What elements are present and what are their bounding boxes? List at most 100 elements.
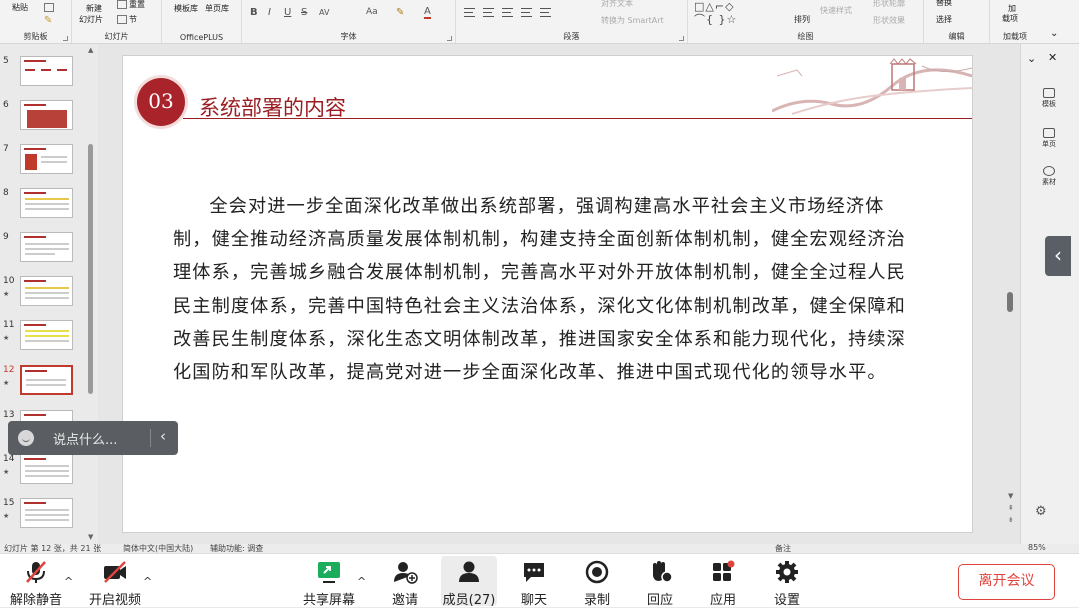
ribbon-collapse-icon[interactable]: ⌄ <box>1050 28 1058 39</box>
share-screen-button[interactable]: 共享屏幕 <box>298 554 360 608</box>
start-video-button[interactable]: 开启视频 <box>84 554 146 608</box>
chat-button[interactable]: 聊天 <box>510 554 558 608</box>
arrange-button[interactable]: 排列 <box>794 14 810 25</box>
justify-icon[interactable] <box>521 8 532 17</box>
change-case-button[interactable]: Aa <box>366 7 378 17</box>
font-color-icon[interactable]: A <box>424 7 431 19</box>
underline-button[interactable]: U <box>284 7 291 18</box>
pane-settings-icon[interactable]: ⚙ <box>1035 504 1047 519</box>
thumbnail-8[interactable]: 8 <box>0 188 90 224</box>
font-launcher-icon[interactable] <box>447 36 452 41</box>
prev-slide-icon[interactable]: ⇞ <box>1008 504 1014 512</box>
record-button[interactable]: 录制 <box>573 554 621 608</box>
section-button[interactable]: 节 <box>117 14 137 25</box>
select-button[interactable]: 选择 <box>936 14 952 25</box>
audio-options-caret-icon[interactable]: ^ <box>64 575 73 588</box>
thumbnail-5[interactable]: 5 <box>0 56 90 92</box>
distribute-icon[interactable] <box>540 8 551 17</box>
thumbs-scroll-down-icon[interactable]: ▼ <box>88 533 93 541</box>
slide-scroll-thumb[interactable] <box>1007 292 1013 312</box>
pane-material-button[interactable]: 素材 <box>1027 166 1071 187</box>
invite-button[interactable]: 邀请 <box>380 554 430 608</box>
thumb-image[interactable] <box>20 320 73 350</box>
notes-button[interactable]: 备注 <box>775 544 791 553</box>
share-options-caret-icon[interactable]: ^ <box>357 575 366 588</box>
quick-styles-button[interactable]: 快速样式 <box>820 5 852 16</box>
leave-meeting-button[interactable]: 离开会议 <box>958 564 1055 600</box>
align-right-icon[interactable] <box>502 8 513 17</box>
scroll-down-icon[interactable]: ▼ <box>1008 492 1013 500</box>
settings-button[interactable]: 设置 <box>763 554 811 608</box>
emoji-smile-icon[interactable] <box>18 430 34 446</box>
collapse-chevron-icon[interactable]: ‹ <box>160 427 166 445</box>
pane-single-page-button[interactable]: 单页 <box>1027 128 1071 149</box>
bold-button[interactable]: B <box>250 7 258 18</box>
slide-vertical-scrollbar[interactable]: ▼ ⇞ ⇟ <box>1004 44 1018 544</box>
thumbnail-14[interactable]: 14 ★ <box>0 454 90 490</box>
pane-close-icon[interactable]: ✕ <box>1048 51 1057 64</box>
italic-button[interactable]: I <box>268 7 271 18</box>
copy-icon[interactable] <box>44 3 56 12</box>
thumb-number: 14 <box>3 454 15 464</box>
reset-button[interactable]: 重置 <box>117 0 145 10</box>
slide-body-text[interactable]: 全会对进一步全面深化改革做出系统部署，强调构建高水平社会主义市场经济体制，健全推… <box>173 190 913 389</box>
thumbnail-6[interactable]: 6 <box>0 100 90 136</box>
pane-template-button[interactable]: 模板 <box>1027 88 1071 109</box>
thumb-image[interactable] <box>20 56 73 86</box>
thumb-image-active[interactable] <box>20 365 73 395</box>
apps-button[interactable]: 应用 <box>699 554 747 608</box>
template-lib-button[interactable]: 模板库 <box>174 3 198 14</box>
thumb-image[interactable] <box>20 100 73 130</box>
align-center-icon[interactable] <box>483 8 494 17</box>
thumbnail-7[interactable]: 7 <box>0 144 90 180</box>
single-page-lib-button[interactable]: 单页库 <box>205 3 229 14</box>
language-status[interactable]: 简体中文(中国大陆) <box>123 544 193 553</box>
thumb-image[interactable] <box>20 498 73 528</box>
members-button[interactable]: 成员(27) <box>441 554 497 608</box>
shape-effects-button[interactable]: 形状效果 <box>873 15 905 26</box>
highlight-icon[interactable]: ✎ <box>396 7 404 18</box>
slides-group-label: 幻灯片 <box>104 32 129 41</box>
shapes-gallery-row2-icon[interactable]: ⌒{ }☆ <box>694 11 737 27</box>
format-painter-icon[interactable]: ✎ <box>44 15 52 26</box>
slide-canvas[interactable]: 03 系统部署的内容 全会对进一步全面深化改革做出系统部署，强调构建高水平社会主… <box>122 55 973 533</box>
new-slide-dropdown[interactable]: 幻灯片 <box>79 14 103 25</box>
replace-button[interactable]: 替换 <box>936 0 952 8</box>
clipboard-group: 粘贴 ✎ 剪贴板 <box>0 0 72 43</box>
char-spacing-button[interactable]: AV <box>319 8 329 17</box>
clipboard-launcher-icon[interactable] <box>63 36 68 41</box>
zoom-level[interactable]: 85% <box>1028 544 1046 552</box>
thumbnail-12[interactable]: 12 ★ <box>0 365 90 401</box>
thumb-image[interactable] <box>20 188 73 218</box>
designer-side-pane: ⌄ ✕ 模板 单页 素材 ⚙ <box>1020 44 1079 544</box>
expand-panel-chevron-icon[interactable]: ‹ <box>1045 236 1071 276</box>
smartart-button[interactable]: 转换为 SmartArt <box>601 15 664 26</box>
thumb-image[interactable] <box>20 454 73 484</box>
align-text-button[interactable]: 对齐文本 <box>601 0 633 9</box>
thumbs-scrollbar[interactable] <box>88 144 93 394</box>
thumbs-scroll-up-icon[interactable]: ▲ <box>88 46 93 54</box>
thumbnail-10[interactable]: 10 ★ <box>0 276 90 312</box>
thumb-image[interactable] <box>20 144 73 174</box>
next-slide-icon[interactable]: ⇟ <box>1008 516 1014 524</box>
reactions-button[interactable]: 回应 <box>636 554 684 608</box>
strike-button[interactable]: S <box>301 7 307 18</box>
thumb-image[interactable] <box>20 276 73 306</box>
paragraph-launcher-icon[interactable] <box>679 36 684 41</box>
thumbnail-15[interactable]: 15 ★ <box>0 498 90 534</box>
comment-placeholder[interactable]: 说点什么... <box>53 429 117 448</box>
align-left-icon[interactable] <box>464 8 475 17</box>
shape-outline-button[interactable]: 形状轮廓 <box>873 0 905 9</box>
thumbnail-9[interactable]: 9 <box>0 232 90 268</box>
thumb-number: 10 <box>3 276 15 286</box>
paste-button[interactable]: 粘贴 <box>12 2 28 13</box>
thumb-image[interactable] <box>20 232 73 262</box>
pane-collapse-icon[interactable]: ⌄ <box>1027 52 1036 65</box>
comment-input-pill[interactable]: 说点什么... ‹ <box>8 421 178 455</box>
members-icon <box>459 561 479 582</box>
accessibility-status[interactable]: 辅助功能: 调查 <box>210 544 263 553</box>
video-options-caret-icon[interactable]: ^ <box>143 575 152 588</box>
unmute-button[interactable]: 解除静音 <box>6 554 66 608</box>
new-slide-button[interactable]: 新建 <box>86 3 102 14</box>
thumbnail-11[interactable]: 11 ★ <box>0 320 90 356</box>
